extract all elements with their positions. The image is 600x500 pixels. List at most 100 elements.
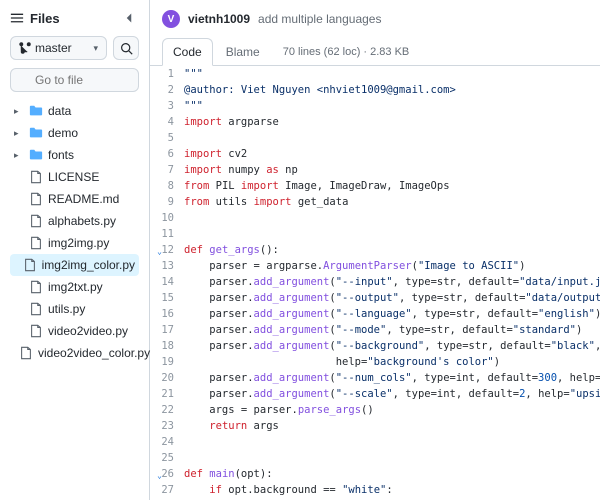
file-item[interactable]: alphabets.py	[10, 210, 139, 232]
code-line: 4import argparse	[150, 114, 600, 130]
code-content: from PIL import Image, ImageDraw, ImageO…	[184, 178, 600, 194]
line-number[interactable]: 21	[150, 386, 184, 402]
code-view[interactable]: 1"""2@author: Viet Nguyen <nhviet1009@gm…	[150, 66, 600, 500]
code-line: 5	[150, 130, 600, 146]
line-number[interactable]: 11	[150, 226, 184, 242]
file-item[interactable]: img2txt.py	[10, 276, 139, 298]
line-number[interactable]: 13	[150, 258, 184, 274]
line-number[interactable]: 22	[150, 402, 184, 418]
code-content: @author: Viet Nguyen <nhviet1009@gmail.c…	[184, 82, 600, 98]
file-item[interactable]: LICENSE	[10, 166, 139, 188]
code-content	[184, 210, 600, 226]
tree-item-label: alphabets.py	[48, 214, 116, 228]
line-number[interactable]: 27	[150, 482, 184, 498]
file-item[interactable]: img2img_color.py	[10, 254, 139, 276]
file-icon	[29, 280, 43, 294]
code-line: 6import cv2	[150, 146, 600, 162]
file-icon	[29, 302, 43, 316]
folder-item[interactable]: ▸fonts	[10, 144, 139, 166]
tree-item-label: video2video_color.py	[38, 346, 150, 360]
tree-item-label: LICENSE	[48, 170, 99, 184]
line-number[interactable]: 3	[150, 98, 184, 114]
line-number[interactable]: 6	[150, 146, 184, 162]
code-content: parser.add_argument("--background", type…	[184, 338, 600, 354]
line-number[interactable]: 2	[150, 82, 184, 98]
avatar[interactable]: V	[162, 10, 180, 28]
code-line: 3"""	[150, 98, 600, 114]
code-content: parser.add_argument("--input", type=str,…	[184, 274, 600, 290]
hamburger-icon[interactable]	[10, 11, 24, 25]
code-content: parser.add_argument("--language", type=s…	[184, 306, 600, 322]
code-content: parser.add_argument("--num_cols", type=i…	[184, 370, 600, 386]
code-content: """	[184, 66, 600, 82]
line-number[interactable]: 1	[150, 66, 184, 82]
line-number[interactable]: 26⌄	[150, 466, 184, 482]
line-number[interactable]: 19	[150, 354, 184, 370]
commit-header: V vietnh1009 add multiple languages	[150, 0, 600, 38]
sidebar-title: Files	[10, 11, 60, 26]
code-content: help="background's color")	[184, 354, 600, 370]
code-line: 7import numpy as np	[150, 162, 600, 178]
line-number[interactable]: 8	[150, 178, 184, 194]
code-content	[184, 226, 600, 242]
line-number[interactable]: 5	[150, 130, 184, 146]
tree-item-label: img2img_color.py	[42, 258, 135, 272]
code-line: 25	[150, 450, 600, 466]
code-line: 24	[150, 434, 600, 450]
file-item[interactable]: video2video_color.py	[10, 342, 139, 364]
line-number[interactable]: 4	[150, 114, 184, 130]
line-number[interactable]: 14	[150, 274, 184, 290]
code-content: def get_args():	[184, 242, 600, 258]
file-icon	[29, 192, 43, 206]
tab-code[interactable]: Code	[162, 38, 213, 66]
commit-message[interactable]: add multiple languages	[258, 12, 381, 26]
folder-item[interactable]: ▸data	[10, 100, 139, 122]
file-icon	[23, 258, 37, 272]
code-line: 26⌄def main(opt):	[150, 466, 600, 482]
file-item[interactable]: video2video.py	[10, 320, 139, 342]
line-number[interactable]: 16	[150, 306, 184, 322]
code-content: parser.add_argument("--scale", type=int,…	[184, 386, 600, 402]
line-number[interactable]: 17	[150, 322, 184, 338]
code-content	[184, 450, 600, 466]
code-line: 21 parser.add_argument("--scale", type=i…	[150, 386, 600, 402]
tab-blame[interactable]: Blame	[215, 38, 271, 66]
line-number[interactable]: 10	[150, 210, 184, 226]
line-number[interactable]: 24	[150, 434, 184, 450]
collapse-sidebar-icon[interactable]	[119, 8, 139, 28]
line-number[interactable]: 7	[150, 162, 184, 178]
code-line: 14 parser.add_argument("--input", type=s…	[150, 274, 600, 290]
line-number[interactable]: 9	[150, 194, 184, 210]
file-icon	[29, 324, 43, 338]
folder-item[interactable]: ▸demo	[10, 122, 139, 144]
code-line: 22 args = parser.parse_args()	[150, 402, 600, 418]
tree-item-label: fonts	[48, 148, 74, 162]
code-content	[184, 130, 600, 146]
search-button[interactable]	[113, 36, 139, 60]
code-line: 2@author: Viet Nguyen <nhviet1009@gmail.…	[150, 82, 600, 98]
line-number[interactable]: 18	[150, 338, 184, 354]
line-number[interactable]: 20	[150, 370, 184, 386]
tree-item-label: data	[48, 104, 71, 118]
code-content: import numpy as np	[184, 162, 600, 178]
file-filter-input[interactable]	[10, 68, 139, 92]
branch-selector[interactable]: master ▾	[10, 36, 107, 60]
code-content	[184, 434, 600, 450]
file-item[interactable]: utils.py	[10, 298, 139, 320]
code-content: args = parser.parse_args()	[184, 402, 600, 418]
file-item[interactable]: README.md	[10, 188, 139, 210]
file-tree: ▸data▸demo▸fonts LICENSE README.md alphabet…	[10, 100, 139, 364]
line-number[interactable]: 12⌄	[150, 242, 184, 258]
folder-icon	[29, 104, 43, 118]
code-content: parser.add_argument("--output", type=str…	[184, 290, 600, 306]
code-content: import argparse	[184, 114, 600, 130]
line-number[interactable]: 23	[150, 418, 184, 434]
code-line: 11	[150, 226, 600, 242]
file-item[interactable]: img2img.py	[10, 232, 139, 254]
line-number[interactable]: 25	[150, 450, 184, 466]
code-line: 18 parser.add_argument("--background", t…	[150, 338, 600, 354]
username[interactable]: vietnh1009	[188, 12, 250, 26]
file-icon	[29, 236, 43, 250]
branch-name: master	[35, 41, 72, 55]
line-number[interactable]: 15	[150, 290, 184, 306]
